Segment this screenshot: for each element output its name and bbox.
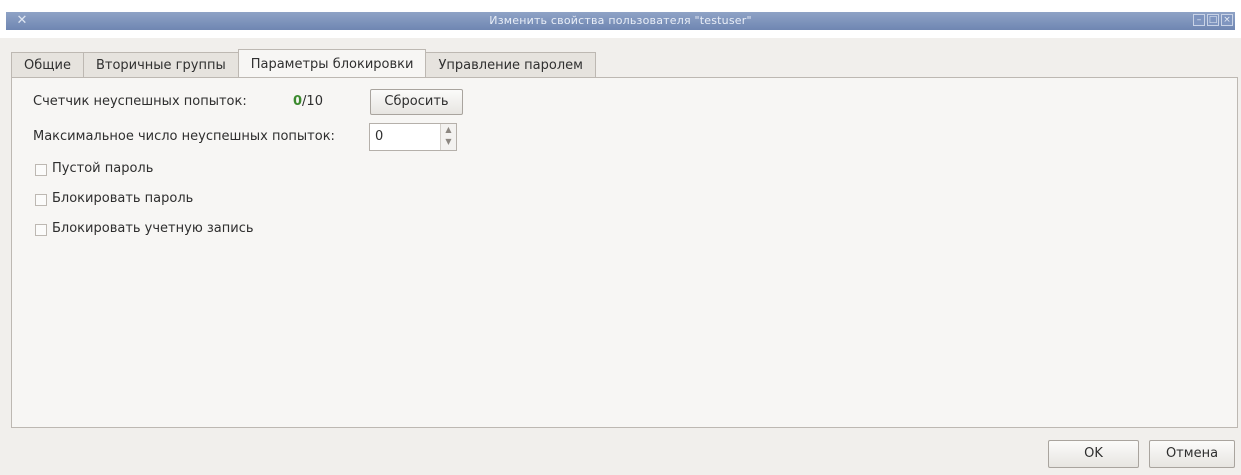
cancel-button[interactable]: Отмена: [1149, 440, 1235, 468]
close-icon[interactable]: ×: [1221, 14, 1233, 26]
tab-password-management[interactable]: Управление паролем: [425, 52, 596, 78]
minimize-icon[interactable]: –: [1193, 14, 1205, 26]
titlebar[interactable]: ✕ Изменить свойства пользователя "testus…: [0, 0, 1241, 38]
lock-password-label[interactable]: Блокировать пароль: [52, 191, 193, 206]
window-title: Изменить свойства пользователя "testuser…: [489, 14, 752, 27]
lock-account-checkbox[interactable]: [35, 224, 47, 236]
ok-button[interactable]: OK: [1048, 440, 1139, 468]
titlebar-band: ✕ Изменить свойства пользователя "testus…: [6, 12, 1235, 30]
empty-password-checkbox[interactable]: [35, 164, 47, 176]
failed-total: /10: [302, 94, 323, 109]
spin-arrows-icon[interactable]: ▲ ▼: [440, 124, 456, 150]
empty-password-label[interactable]: Пустой пароль: [52, 161, 153, 176]
edit-user-dialog: ✕ Изменить свойства пользователя "testus…: [0, 0, 1241, 475]
failed-attempts-counter: 0/10: [293, 94, 323, 109]
tab-general[interactable]: Общие: [11, 52, 84, 78]
max-attempts-spinbox[interactable]: 0 ▲ ▼: [369, 123, 457, 151]
reset-button[interactable]: Сбросить: [370, 89, 463, 115]
lock-password-checkbox[interactable]: [35, 194, 47, 206]
tab-lock-settings[interactable]: Параметры блокировки: [237, 49, 427, 77]
failed-attempts-label: Счетчик неуспешных попыток:: [33, 94, 247, 109]
maximize-icon[interactable]: □: [1207, 14, 1219, 26]
tab-bar: Общие Вторичные группы Параметры блокиро…: [11, 49, 596, 78]
lock-settings-panel: Счетчик неуспешных попыток: 0/10 Сбросит…: [11, 77, 1238, 428]
tab-secondary-groups[interactable]: Вторичные группы: [82, 52, 239, 78]
window-controls: – □ ×: [1193, 14, 1233, 28]
lock-account-label[interactable]: Блокировать учетную запись: [52, 221, 254, 236]
failed-count: 0: [293, 94, 303, 109]
max-attempts-value: 0: [375, 129, 384, 144]
max-attempts-label: Максимальное число неуспешных попыток:: [33, 129, 335, 144]
